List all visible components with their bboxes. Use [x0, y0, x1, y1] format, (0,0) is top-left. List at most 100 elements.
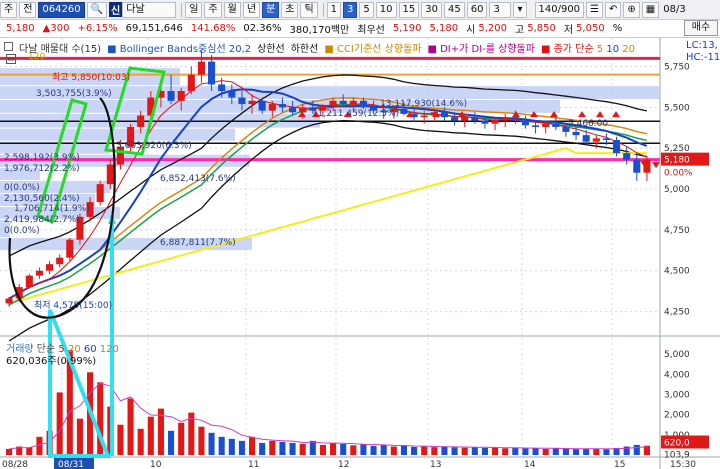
- volume-tick-label: 3,000: [664, 390, 690, 400]
- candle-body: [501, 117, 509, 121]
- count-display: 140/900: [534, 1, 585, 18]
- interval-3[interactable]: 3: [343, 1, 358, 18]
- undo-icon[interactable]: ↶: [605, 1, 622, 18]
- period-tab-6[interactable]: 틱: [300, 1, 318, 18]
- divider: [181, 2, 183, 17]
- x-tick-label: 08/31: [58, 460, 84, 469]
- volume-profile-label: 1,976,712(2.2%): [4, 164, 80, 174]
- volume-tick-label: 5,000: [664, 350, 690, 360]
- candle-body: [359, 100, 367, 108]
- legend-sub: 120: [28, 52, 46, 62]
- candle-body: [46, 264, 54, 271]
- legend-bb-upper: 상한선: [257, 44, 285, 55]
- volume-bar: [583, 448, 590, 455]
- credit-badge: 신: [109, 2, 123, 17]
- volume-bar: [552, 448, 559, 455]
- candle-body: [521, 120, 529, 126]
- dropdown-chevron-icon[interactable]: ▾: [513, 1, 527, 18]
- stock-code-input[interactable]: 064260: [38, 1, 85, 18]
- volume-bar: [421, 446, 428, 455]
- nav-prev-button[interactable]: 전: [19, 1, 37, 18]
- candle-body: [339, 100, 347, 105]
- candle-body: [96, 184, 104, 203]
- volume-ratio: 141.68%: [190, 23, 236, 34]
- volume-bar: [562, 448, 569, 455]
- right-label-lc: LC:13,: [686, 40, 718, 51]
- volume-bar: [512, 447, 519, 455]
- volume-profile-label: 3,503,755(3.9%): [36, 89, 112, 99]
- buy-button[interactable]: 매수: [684, 20, 718, 36]
- search-icon[interactable]: 🔍: [86, 1, 108, 18]
- x-tick-label: 10: [150, 460, 162, 469]
- period-tab-4[interactable]: 분: [262, 1, 280, 18]
- interval-5[interactable]: 5: [359, 1, 374, 18]
- interval-45[interactable]: 45: [444, 1, 465, 18]
- calendar-icon[interactable]: ▦: [641, 1, 660, 18]
- right-label-hc: HC:-11: [686, 52, 720, 63]
- low-price: 5,050: [576, 23, 605, 34]
- candle-body: [56, 257, 64, 265]
- candle-body: [461, 117, 469, 121]
- chart-area[interactable]: 최고 5,850(10:03) 최저 4,575(15:00) 3,503,755(…: [0, 20, 720, 469]
- volume-bar: [461, 447, 468, 455]
- market-select[interactable]: 주: [0, 1, 18, 18]
- candle-body: [66, 239, 74, 258]
- volume-bar: [633, 444, 640, 455]
- list-icon[interactable]: ☰: [586, 1, 604, 18]
- price-legend: 다날 매물대 수(15) ■ Bollinger Bands중심선 20,2 상…: [4, 40, 635, 55]
- settings-icon[interactable]: ▭: [6, 54, 16, 64]
- volume-bar: [269, 440, 276, 455]
- volume-bar: [431, 447, 438, 455]
- zoom-icon[interactable]: ⊕: [623, 1, 640, 18]
- x-tick-label: 15:30: [670, 460, 696, 469]
- volume-bar: [289, 442, 296, 455]
- volume-bar: [127, 398, 134, 455]
- legend-bb: ■ Bollinger Bands중심선 20,2: [107, 44, 252, 55]
- price-tick-label: 4,250: [664, 308, 690, 318]
- candle-body: [167, 91, 175, 101]
- legend-check-icon[interactable]: [4, 42, 13, 51]
- volume-value-label: 620,036주(0.99%): [6, 356, 97, 367]
- chart-svg[interactable]: 최고 5,850(10:03) 최저 4,575(15:00) 3,503,755(…: [0, 38, 720, 469]
- candle-body: [542, 123, 550, 127]
- interval-1[interactable]: 1: [326, 1, 342, 18]
- volume-bar: [481, 447, 488, 455]
- volume-bar: [238, 440, 245, 455]
- interval-30[interactable]: 30: [421, 1, 442, 18]
- volume-value: 69,151,646: [125, 23, 183, 34]
- period-tab-0[interactable]: 일: [185, 1, 203, 18]
- volume-bar: [26, 447, 33, 455]
- volume-tag: 620,0: [664, 438, 690, 448]
- candle-body: [602, 138, 610, 141]
- trade-amount: 380,170백만: [289, 25, 350, 36]
- legend-dmi: ■ DI+가 DI-를 상향돌파: [427, 44, 535, 55]
- x-tick-label: 08/28: [2, 460, 28, 469]
- interval-60[interactable]: 60: [466, 1, 488, 18]
- volume-bar: [117, 424, 124, 455]
- volume-bar: [178, 422, 185, 455]
- high-price: 5,850: [527, 23, 556, 34]
- candle-body: [177, 91, 185, 101]
- turnover-rate: 02.36%: [243, 23, 282, 34]
- volume-bar: [370, 445, 377, 455]
- interval-10[interactable]: 10: [375, 1, 397, 18]
- candle-body: [268, 104, 276, 111]
- percent-icon[interactable]: %: [613, 23, 623, 34]
- volume-bar: [208, 432, 215, 455]
- candle-body: [25, 275, 33, 288]
- period-tab-3[interactable]: 년: [242, 1, 261, 18]
- period-tab-2[interactable]: 월: [223, 1, 241, 18]
- candle-body: [278, 104, 286, 108]
- candle-body: [451, 117, 459, 121]
- volume-bar: [137, 428, 144, 455]
- volume-bar: [340, 443, 347, 455]
- candle-body: [248, 100, 256, 105]
- price-info-bar: 5,180 ▲300 +6.15% 69,151,646 141.68% 02.…: [0, 20, 720, 38]
- high-label: 고: [515, 25, 525, 36]
- period-tab-5[interactable]: 초: [281, 1, 299, 18]
- volume-bar: [380, 444, 387, 455]
- interval-input[interactable]: 3: [489, 1, 512, 18]
- period-tab-1[interactable]: 주: [204, 1, 222, 18]
- volume-bar: [279, 441, 286, 455]
- interval-15[interactable]: 15: [398, 1, 420, 18]
